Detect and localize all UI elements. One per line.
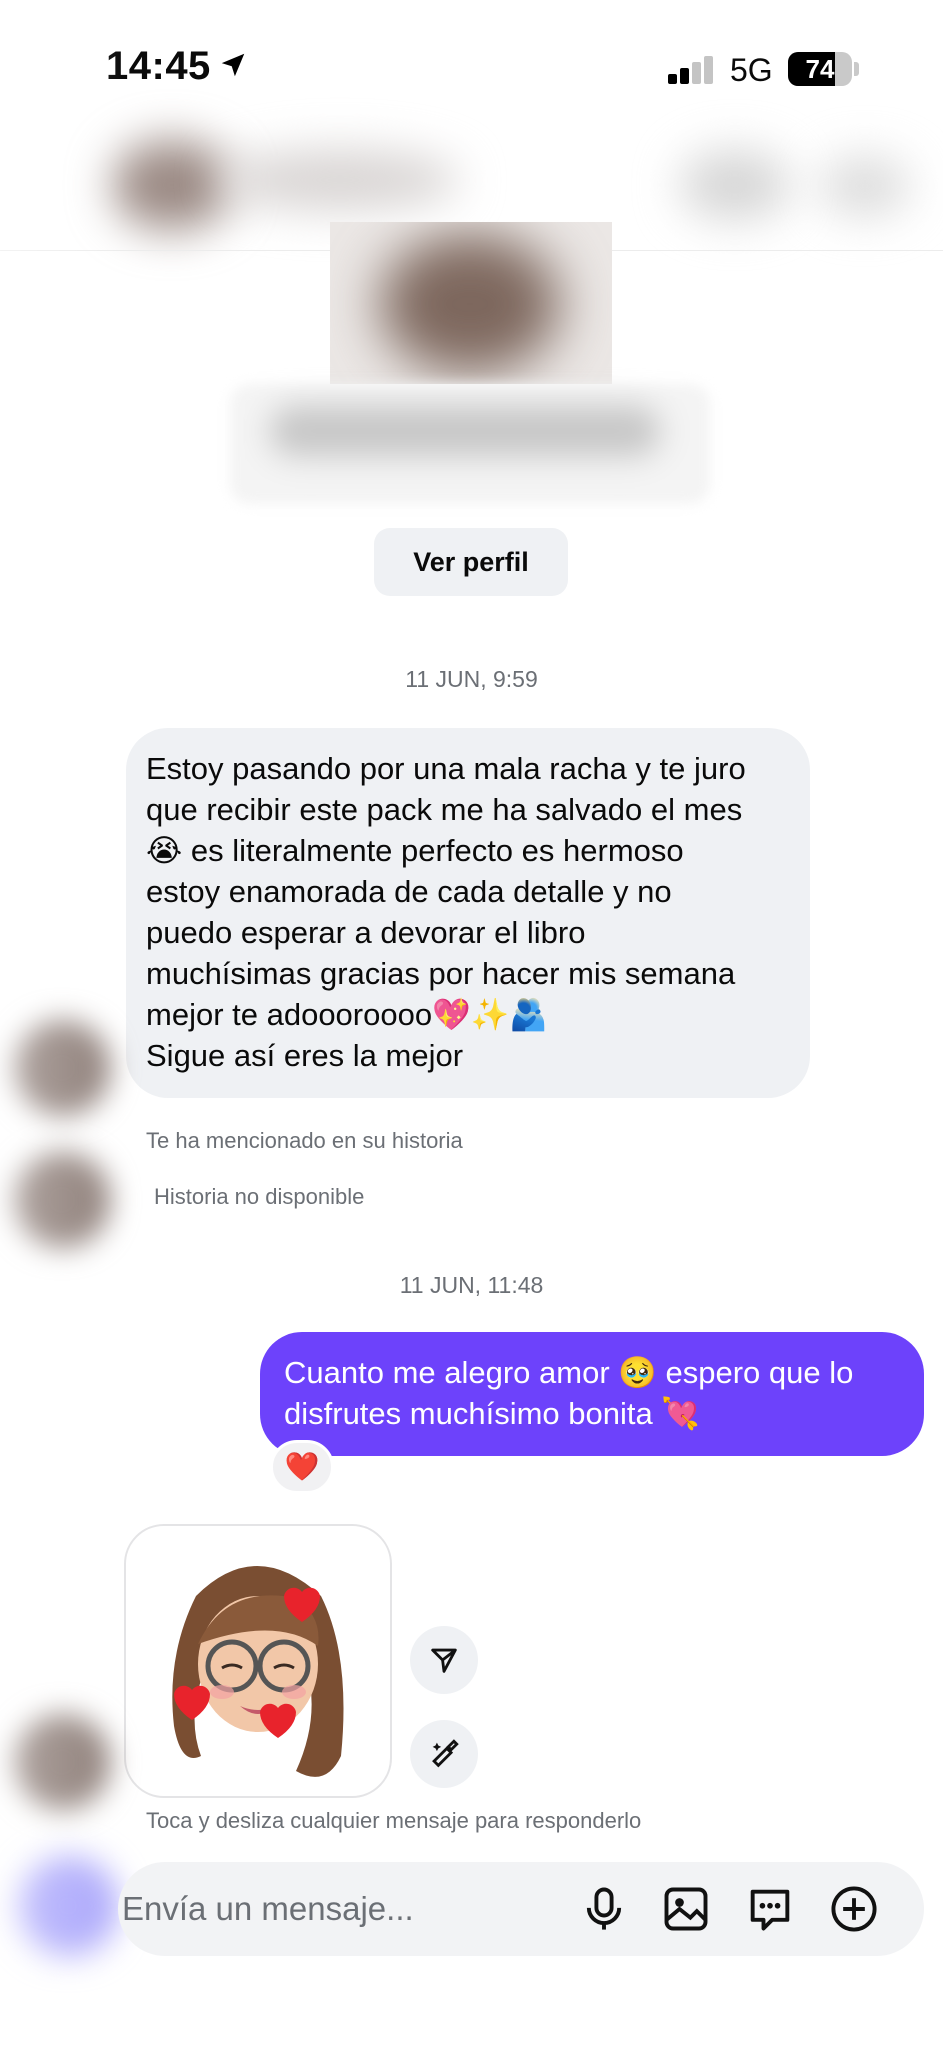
location-arrow-icon [221, 53, 245, 77]
battery-icon: 74 [788, 52, 852, 86]
profile-name-blurred [230, 384, 710, 504]
sender-avatar[interactable] [14, 1152, 110, 1248]
profile-photo-blurred [330, 222, 612, 384]
message-line: estoy enamorada de cada detalle y no [146, 874, 672, 909]
message-line: puedo esperar a devorar el libro [146, 915, 586, 950]
message-input[interactable] [118, 1862, 558, 1956]
mention-notice: Te ha mencionado en su historia [146, 1128, 463, 1153]
message-composer [118, 1862, 924, 1956]
message-line: que recibir este pack me ha salvado el m… [146, 792, 743, 827]
network-type: 5G [730, 52, 773, 88]
message-line: Estoy pasando por una mala racha y te ju… [146, 751, 746, 786]
view-profile-button[interactable]: Ver perfil [374, 528, 568, 596]
incoming-message-bubble[interactable]: Estoy pasando por una mala racha y te ju… [126, 728, 810, 1098]
message-line: muchísimas gracias por hacer mis semana [146, 956, 736, 991]
message-line: Sigue así eres la mejor [146, 1038, 464, 1073]
status-bar: 14:45 5G 74 [0, 0, 943, 110]
edit-sticker-button[interactable] [410, 1720, 478, 1788]
message-line: disfrutes muchísimo bonita 💘 [284, 1396, 700, 1431]
battery-percent: 74 [805, 54, 835, 84]
camera-button-blurred[interactable] [18, 1856, 118, 1956]
signal-strength-icon [668, 54, 716, 84]
microphone-icon[interactable] [578, 1883, 630, 1935]
image-icon[interactable] [660, 1883, 712, 1935]
signal-bar [704, 56, 713, 84]
timestamp: 11 JUN, 11:48 [399, 1272, 544, 1298]
message-line: mejor te adoooroooo💖✨🫂 [146, 997, 548, 1032]
sender-avatar[interactable] [14, 1714, 110, 1810]
reply-hint: Toca y desliza cualquier mensaje para re… [146, 1808, 642, 1833]
message-line: Cuanto me alegro amor 🥹 espero que lo [284, 1355, 854, 1390]
paper-plane-icon [431, 1648, 457, 1673]
message-dots-icon[interactable] [744, 1883, 796, 1935]
sender-avatar[interactable] [14, 1020, 110, 1116]
heart-reaction[interactable]: ❤️ [270, 1440, 334, 1494]
signal-bar [680, 68, 689, 84]
magic-brush-icon [432, 1739, 459, 1768]
message-line: 😭 es literalmente perfecto es hermoso [146, 833, 684, 868]
timestamp: 11 JUN, 9:59 [405, 666, 538, 692]
status-time: 14:45 [106, 44, 211, 88]
battery-tip [854, 62, 859, 76]
memoji-avatar-icon [172, 1566, 344, 1777]
outgoing-message-bubble[interactable]: Cuanto me alegro amor 🥹 espero que lo di… [260, 1332, 924, 1456]
send-sticker-button[interactable] [410, 1626, 478, 1694]
story-unavailable[interactable]: Historia no disponible [154, 1184, 364, 1210]
signal-bar [692, 62, 701, 84]
memoji-sticker[interactable] [124, 1524, 392, 1798]
plus-circle-icon[interactable] [828, 1883, 880, 1935]
signal-bar [668, 74, 677, 84]
